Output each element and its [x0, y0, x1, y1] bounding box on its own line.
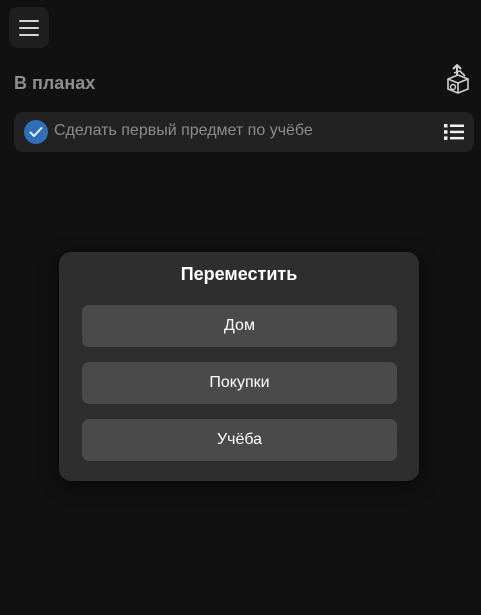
task-row[interactable]: Сделать первый предмет по учёбе [14, 112, 474, 152]
move-option-study-button[interactable]: Учёба [82, 419, 397, 461]
task-text: Сделать первый предмет по учёбе [54, 122, 313, 139]
dialog-title: Переместить [180, 264, 298, 284]
list-icon[interactable] [444, 123, 464, 141]
box-with-arrow-icon[interactable] [445, 63, 471, 95]
task-checkbox[interactable] [24, 120, 48, 144]
section-title: В планах [14, 73, 96, 93]
checkmark-icon [29, 127, 43, 137]
move-option-home-button[interactable]: Дом [82, 305, 397, 347]
move-option-shopping-button[interactable]: Покупки [82, 362, 397, 404]
hamburger-menu-icon [19, 19, 39, 36]
move-dialog: Переместить Дом Покупки Учёба [59, 252, 419, 481]
app-page: В планах Сделать первый предмет по учёбе… [0, 0, 481, 615]
menu-button[interactable] [9, 7, 49, 48]
